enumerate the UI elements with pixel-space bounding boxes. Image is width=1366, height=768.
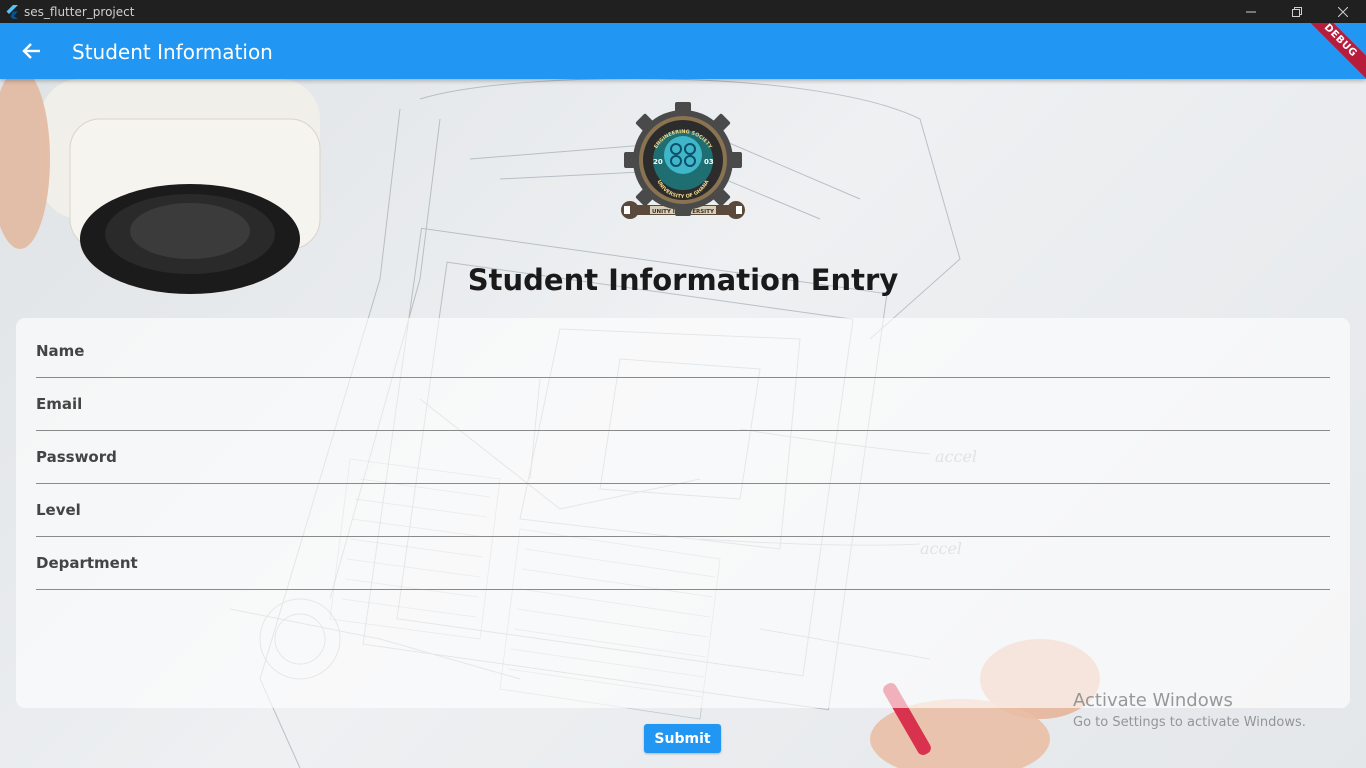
page-heading: Student Information Entry bbox=[467, 263, 899, 297]
society-logo: UNITY IN DIVERSITY ENGINEERING SOCIETY U… bbox=[621, 102, 745, 219]
app-bar: Student Information DEBUG bbox=[0, 23, 1366, 79]
name-field-label: Name bbox=[36, 342, 85, 360]
name-field[interactable]: Name bbox=[36, 326, 1330, 378]
window-controls bbox=[1228, 0, 1366, 23]
restore-icon bbox=[1292, 6, 1302, 17]
form-card: Name Email Password Level Department bbox=[16, 318, 1350, 708]
back-button[interactable] bbox=[12, 31, 52, 71]
logo-year-left: 20 bbox=[653, 158, 663, 166]
department-field-label: Department bbox=[36, 554, 138, 572]
window-titlebar: ses_flutter_project bbox=[0, 0, 1366, 23]
minimize-icon bbox=[1246, 11, 1256, 12]
email-field[interactable]: Email bbox=[36, 379, 1330, 431]
close-button[interactable] bbox=[1320, 0, 1366, 23]
window-title: ses_flutter_project bbox=[24, 4, 135, 19]
debug-banner: DEBUG bbox=[1291, 23, 1366, 79]
flutter-icon bbox=[6, 4, 18, 19]
arrow-back-icon bbox=[22, 43, 40, 59]
department-field[interactable]: Department bbox=[36, 538, 1330, 590]
level-field-label: Level bbox=[36, 501, 81, 519]
email-field-label: Email bbox=[36, 395, 83, 413]
watermark-title: Activate Windows bbox=[1073, 690, 1233, 711]
password-field-label: Password bbox=[36, 448, 117, 466]
activate-windows-watermark: Activate Windows Go to Settings to activ… bbox=[1073, 690, 1306, 730]
submit-button[interactable]: Submit bbox=[644, 724, 721, 753]
level-field[interactable]: Level bbox=[36, 485, 1330, 537]
watermark-subtitle: Go to Settings to activate Windows. bbox=[1073, 715, 1306, 730]
logo-year-right: 03 bbox=[704, 158, 714, 166]
minimize-button[interactable] bbox=[1228, 0, 1274, 23]
app-bar-title: Student Information bbox=[72, 40, 273, 64]
restore-button[interactable] bbox=[1274, 0, 1320, 23]
password-field[interactable]: Password bbox=[36, 432, 1330, 484]
close-icon bbox=[1338, 6, 1348, 17]
